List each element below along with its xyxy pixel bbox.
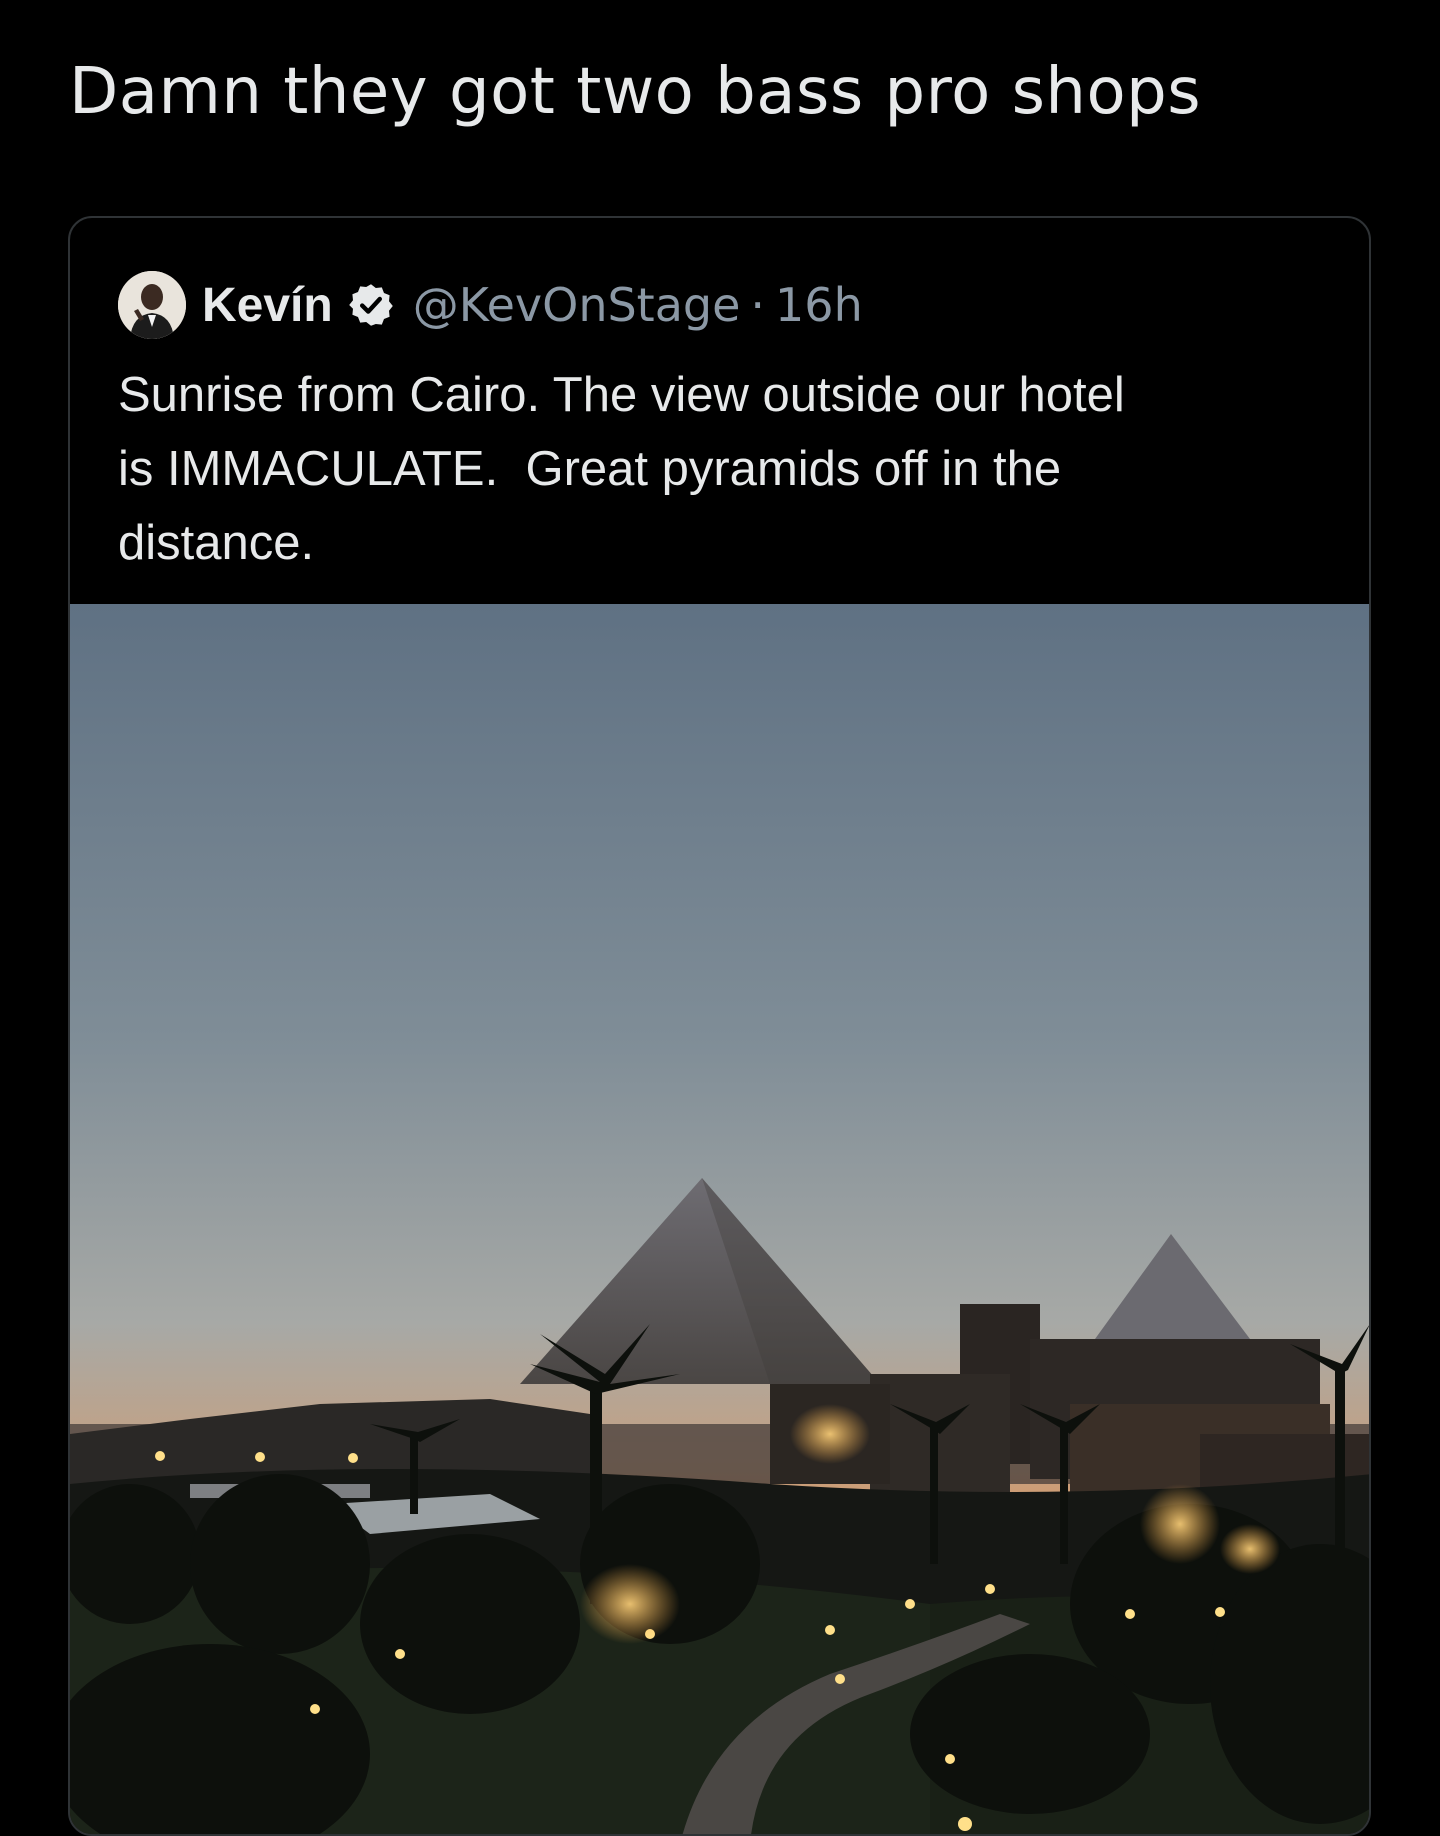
tweet-photo[interactable] (70, 604, 1369, 1834)
verified-badge-icon (347, 281, 395, 329)
author-name[interactable]: Kevín (202, 278, 333, 333)
tweet-text-line: distance. (118, 516, 315, 570)
user-avatar[interactable] (118, 271, 186, 339)
photo-sunrise-pyramids (70, 604, 1369, 1834)
post-caption: Damn they got two bass pro shops (69, 55, 1202, 129)
quoted-tweet-card[interactable]: Kevín @KevOnStage · 16h Sunrise from Cai… (68, 216, 1371, 1836)
tweet-timestamp[interactable]: 16h (775, 278, 863, 332)
tweet-text-line: is IMMACULATE. Great pyramids off in the (118, 442, 1062, 496)
meta-separator: · (750, 278, 766, 332)
quoted-tweet-header: Kevín @KevOnStage · 16h (118, 270, 863, 340)
tweet-text: Sunrise from Cairo. The view outside our… (118, 358, 1328, 580)
tweet-text-line: Sunrise from Cairo. The view outside our… (118, 368, 1125, 422)
author-handle[interactable]: @KevOnStage (413, 278, 741, 332)
